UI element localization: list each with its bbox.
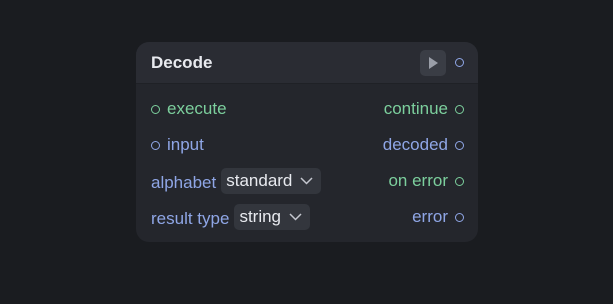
on-error-output-port[interactable]	[455, 176, 464, 186]
result-type-label: result type	[151, 209, 230, 228]
input-label: input	[167, 135, 204, 154]
decoded-output-port[interactable]	[455, 140, 464, 150]
row-alphabet: alphabet standard on error	[136, 168, 478, 194]
input-input-port[interactable]	[151, 140, 160, 150]
result-type-select[interactable]: string	[234, 204, 311, 230]
result-type-select-value: string	[239, 207, 282, 226]
chevron-down-icon	[289, 213, 302, 221]
node-header[interactable]: Decode	[136, 42, 478, 84]
row-result-type: result type string error	[136, 204, 478, 230]
error-output-port[interactable]	[455, 212, 464, 222]
on-error-label: on error	[388, 171, 448, 190]
node-title: Decode	[151, 52, 213, 72]
continue-output-port[interactable]	[455, 104, 464, 114]
chevron-down-icon	[300, 177, 313, 185]
continue-label: continue	[383, 99, 448, 118]
error-label: error	[412, 207, 448, 226]
alphabet-select-value: standard	[226, 171, 293, 190]
execute-label: execute	[167, 99, 227, 118]
alphabet-select[interactable]: standard	[221, 168, 322, 194]
row-execute: execute continue	[136, 96, 478, 122]
run-button[interactable]	[420, 49, 446, 76]
header-output-port[interactable]	[455, 58, 464, 67]
decoded-label: decoded	[382, 135, 448, 154]
execute-input-port[interactable]	[151, 104, 160, 114]
decode-node[interactable]: Decode execute continue input decoded al…	[136, 42, 478, 242]
alphabet-label: alphabet	[151, 173, 217, 192]
row-input: input decoded	[136, 132, 478, 158]
play-icon	[429, 56, 438, 69]
